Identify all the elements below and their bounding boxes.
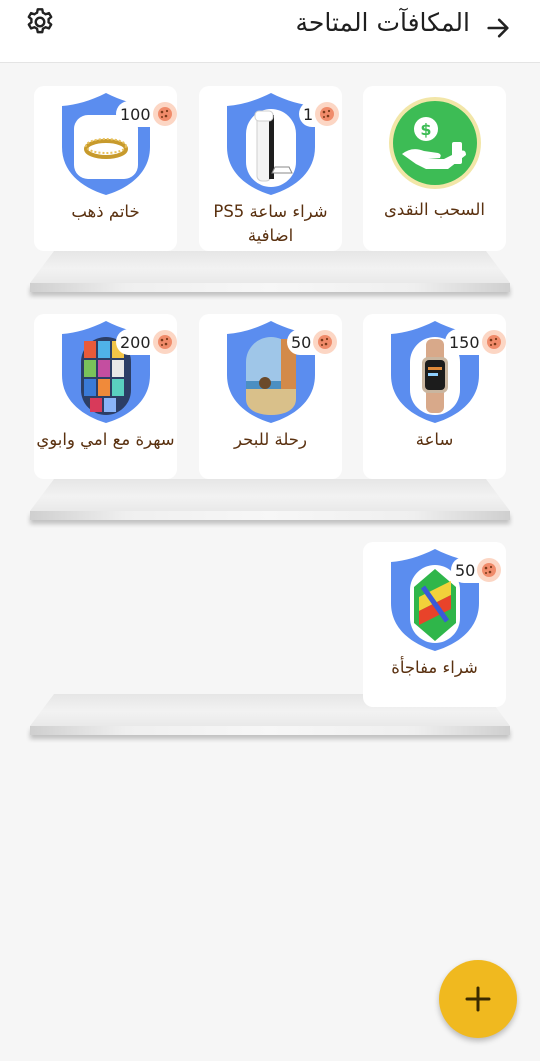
price-value: 150 (449, 332, 480, 352)
svg-text:$: $ (420, 120, 431, 139)
price-badge: 1 (299, 101, 340, 127)
reward-label: سهرة مع امي وابوي (36, 430, 175, 449)
reward-label: رحلة للبحر (234, 430, 307, 449)
reward-label: ساعة (415, 430, 454, 449)
price-badge: 100 (116, 101, 177, 127)
reward-label: السحب النقدى (384, 200, 485, 219)
cookie-icon (152, 102, 177, 126)
add-reward-button[interactable] (439, 960, 517, 1038)
cookie-icon (481, 330, 506, 354)
reward-label: شراء مفاجأة (391, 658, 478, 677)
reward-card-watch[interactable]: 150 ساعة (363, 314, 506, 479)
reward-card-evening[interactable]: 200 سهرة مع امي وابوي (34, 314, 177, 479)
price-value: 50 (291, 332, 312, 352)
reward-label: خاتم ذهب (71, 202, 140, 221)
price-badge: 150 (445, 329, 506, 355)
reward-card-beach-trip[interactable]: 50 رحلة للبحر (199, 314, 342, 479)
price-badge: 50 (451, 557, 502, 583)
price-badge: 200 (116, 329, 177, 355)
page-title: المكافآت المتاحة (295, 8, 470, 37)
reward-card-ps5[interactable]: 1 شراء ساعة PS5 اضافية (199, 86, 342, 251)
price-value: 200 (120, 332, 151, 352)
cash-hand-icon: $ (389, 97, 481, 189)
cookie-icon (477, 558, 502, 582)
price-value: 50 (455, 560, 476, 580)
price-badge: 50 (287, 329, 338, 355)
gear-icon[interactable] (24, 6, 56, 38)
cookie-icon (152, 330, 177, 354)
price-value: 100 (120, 104, 151, 124)
price-value: 1 (303, 104, 314, 124)
reward-card-cash-withdrawal[interactable]: $ السحب النقدى (363, 86, 506, 251)
reward-card-surprise[interactable]: 50 شراء مفاجأة (363, 542, 506, 707)
reward-label: شراء ساعة PS5 اضافية (213, 202, 328, 245)
plus-icon (465, 986, 491, 1012)
arrow-right-icon[interactable] (484, 14, 512, 42)
reward-card-gold-ring[interactable]: 100 خاتم ذهب (34, 86, 177, 251)
cookie-icon (315, 102, 340, 126)
app-header: المكافآت المتاحة (0, 0, 540, 63)
cookie-icon (313, 330, 338, 354)
